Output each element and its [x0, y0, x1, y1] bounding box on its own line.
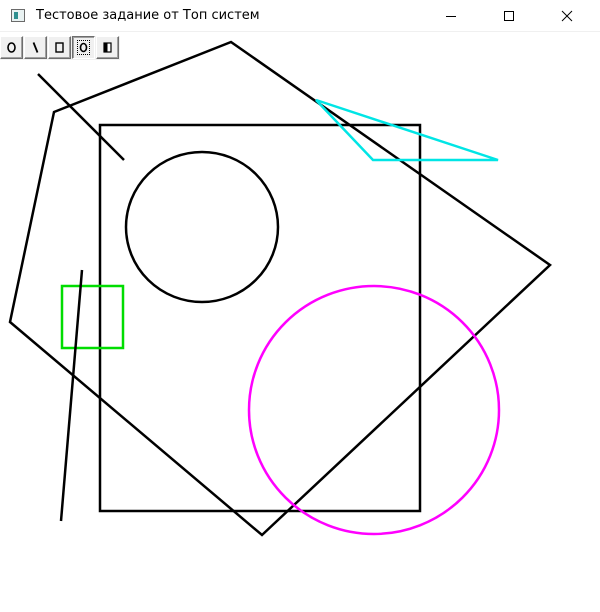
minimize-button[interactable]: [428, 0, 474, 31]
window-title: Тестовое задание от Топ систем: [36, 8, 260, 23]
focus-rectangle: [77, 40, 90, 55]
drawing-canvas[interactable]: [0, 0, 600, 612]
line-icon: [32, 42, 39, 53]
app-icon: [11, 9, 25, 22]
diagonal-line-shape[interactable]: [37, 73, 125, 161]
maximize-button[interactable]: [486, 0, 532, 31]
ellipse-tool-button[interactable]: [0, 36, 23, 59]
toolbar: [0, 36, 120, 60]
minimize-icon: [446, 15, 456, 17]
close-button[interactable]: [544, 0, 590, 31]
large-rectangle-shape[interactable]: [98, 123, 422, 513]
line-tool-button[interactable]: [24, 36, 47, 59]
ellipse-outline-tool-button[interactable]: [72, 36, 95, 59]
rectangle-icon: [55, 42, 64, 53]
vertical-line-shape[interactable]: [59, 269, 84, 522]
pentagon-shape[interactable]: [8, 40, 552, 537]
rectangle-tool-button[interactable]: [48, 36, 71, 59]
black-circle-shape[interactable]: [124, 150, 280, 304]
magenta-circle-shape[interactable]: [247, 284, 501, 536]
close-icon: [561, 10, 573, 21]
ellipse-icon: [7, 42, 16, 53]
title-bar[interactable]: Тестовое задание от Топ систем: [0, 0, 600, 32]
half-fill-icon: [103, 42, 112, 53]
ellipse-focused-icon: [79, 42, 88, 53]
fill-tool-button[interactable]: [96, 36, 119, 59]
app-window: Тестовое задание от Топ систем: [0, 0, 600, 612]
cyan-triangle-shape[interactable]: [315, 98, 499, 162]
green-square-shape[interactable]: [60, 284, 125, 350]
maximize-icon: [504, 10, 514, 21]
